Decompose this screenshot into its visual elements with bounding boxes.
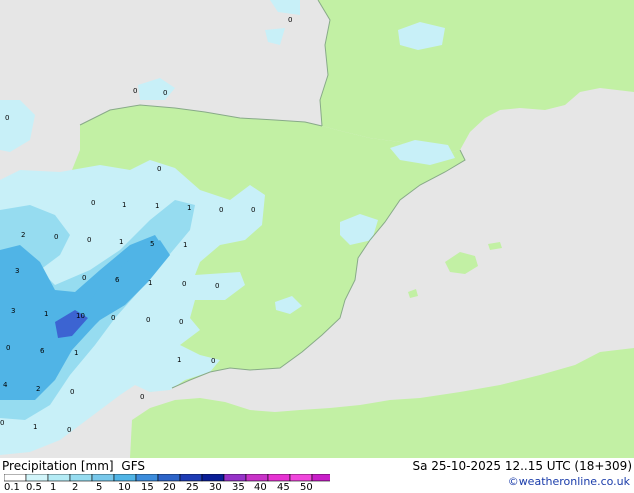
value-label: 0 <box>140 393 144 401</box>
forecast-datetime: Sa 25-10-2025 12..15 UTC (18+309) <box>412 459 632 473</box>
value-label: 1 <box>122 201 126 209</box>
value-label: 1 <box>148 279 152 287</box>
scale-label: 15 <box>141 482 154 493</box>
value-label: 10 <box>76 312 85 320</box>
color-scale <box>4 474 330 482</box>
value-label: 1 <box>187 204 191 212</box>
scale-label: 1 <box>50 482 57 493</box>
value-label: 0 <box>5 114 9 122</box>
value-label: 0 <box>91 199 95 207</box>
value-label: 3 <box>11 307 15 315</box>
scale-label: 50 <box>300 482 313 493</box>
value-label: 1 <box>74 349 78 357</box>
value-label: 0 <box>87 236 91 244</box>
scale-label: 35 <box>232 482 245 493</box>
scale-label: 0.1 <box>4 482 20 493</box>
scale-swatch <box>267 474 291 482</box>
scale-swatch <box>179 474 203 482</box>
value-label: 0 <box>288 16 292 24</box>
scale-swatch <box>113 474 137 482</box>
scale-label: 0.5 <box>26 482 42 493</box>
value-label: 5 <box>150 240 154 248</box>
value-label: 0 <box>0 419 4 427</box>
scale-swatch <box>135 474 159 482</box>
scale-swatch <box>245 474 269 482</box>
scale-swatch <box>223 474 247 482</box>
value-label: 1 <box>177 356 181 364</box>
value-label: 0 <box>163 89 167 97</box>
value-label: 4 <box>3 381 8 389</box>
value-label: 0 <box>82 274 86 282</box>
value-label: 0 <box>211 357 215 365</box>
scale-label: 45 <box>277 482 290 493</box>
value-label: 0 <box>182 280 186 288</box>
scale-swatch <box>157 474 181 482</box>
credit-link[interactable]: ©weatheronline.co.uk <box>508 475 630 488</box>
value-label: 0 <box>179 318 183 326</box>
scale-swatch <box>91 474 115 482</box>
value-label: 3 <box>15 267 19 275</box>
scale-swatch <box>201 474 225 482</box>
scale-swatch <box>4 474 27 482</box>
value-label: 1 <box>33 423 37 431</box>
value-label: 2 <box>36 385 40 393</box>
value-label: 0 <box>6 344 10 352</box>
scale-label: 10 <box>118 482 131 493</box>
scale-label: 25 <box>186 482 199 493</box>
value-label: 2 <box>21 231 25 239</box>
precipitation-map: 0 0 0 0 0 0 0 0 1 1 1 0 0 2 0 0 1 5 1 3 … <box>0 0 634 458</box>
value-label: 0 <box>111 314 115 322</box>
scale-label: 20 <box>163 482 176 493</box>
model-name: GFS <box>121 459 145 473</box>
scale-swatch <box>25 474 49 482</box>
value-label: 1 <box>119 238 123 246</box>
value-label: 6 <box>40 347 45 355</box>
value-label: 0 <box>251 206 255 214</box>
scale-swatch <box>47 474 71 482</box>
value-label: 1 <box>155 202 159 210</box>
value-label: 0 <box>54 233 58 241</box>
value-label: 0 <box>146 316 150 324</box>
value-label: 6 <box>115 276 120 284</box>
value-label: 1 <box>183 241 187 249</box>
value-label: 0 <box>70 388 74 396</box>
value-label: 0 <box>133 87 137 95</box>
value-label: 0 <box>157 165 161 173</box>
scale-swatch <box>69 474 93 482</box>
scale-swatch <box>311 474 330 482</box>
scale-label: 40 <box>254 482 267 493</box>
value-label: 1 <box>44 310 48 318</box>
legend-title: Precipitation [mm] GFS <box>2 459 145 473</box>
scale-label: 5 <box>96 482 103 493</box>
scale-label: 2 <box>72 482 79 493</box>
scale-label: 30 <box>209 482 222 493</box>
scale-swatch <box>289 474 313 482</box>
value-label: 0 <box>215 282 219 290</box>
value-label: 0 <box>67 426 71 434</box>
legend-title-text: Precipitation [mm] <box>2 459 114 473</box>
value-label: 0 <box>219 206 223 214</box>
